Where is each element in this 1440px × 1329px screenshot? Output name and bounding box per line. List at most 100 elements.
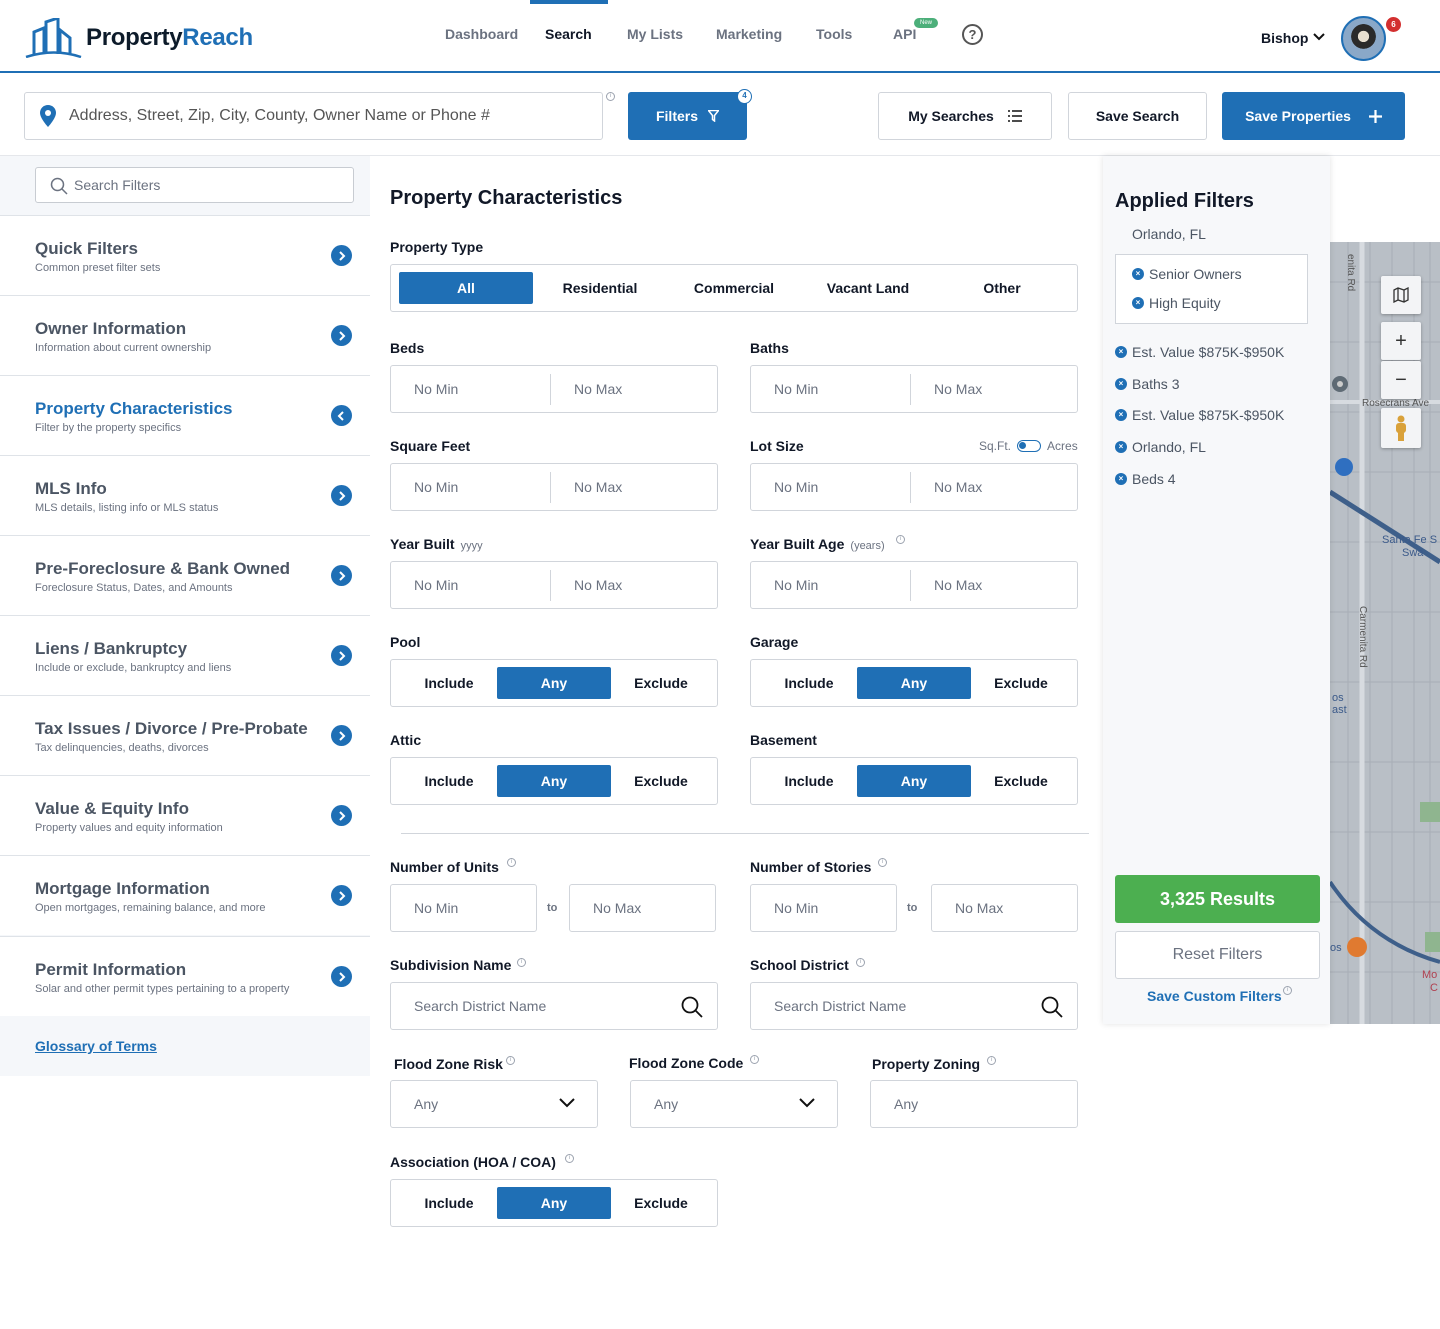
remove-icon[interactable]: × — [1115, 473, 1127, 485]
sidebar-item-pre-foreclosure-bank-owned[interactable]: Pre-Foreclosure & Bank Owned Foreclosure … — [0, 535, 370, 615]
chevron-right-icon[interactable] — [331, 805, 352, 826]
applied-chip[interactable]: × Orlando, FL — [1115, 439, 1206, 455]
nav-search[interactable]: Search — [545, 26, 592, 42]
save-custom-filters-link[interactable]: Save Custom Filters — [1147, 988, 1282, 1004]
search-icon[interactable] — [681, 996, 703, 1018]
garage-exclude[interactable]: Exclude — [971, 667, 1071, 699]
filters-button[interactable]: Filters — [628, 92, 747, 140]
remove-icon[interactable]: × — [1115, 441, 1127, 453]
flood-zone-risk-select[interactable]: Any — [390, 1080, 598, 1128]
stories-min-input[interactable]: No Min — [750, 884, 897, 932]
sidebar-item-mls-info[interactable]: MLS Info MLS details, listing info or MLS… — [0, 455, 370, 535]
remove-icon[interactable]: × — [1132, 268, 1144, 280]
info-icon[interactable]: i — [506, 1056, 515, 1065]
my-searches-button[interactable]: My Searches — [878, 92, 1052, 140]
street-view-pegman-icon[interactable] — [1381, 408, 1421, 448]
attic-any[interactable]: Any — [497, 765, 611, 797]
property-type-other[interactable]: Other — [935, 272, 1069, 304]
sidebar-item-permit-information[interactable]: Permit Information Solar and other permit… — [0, 936, 370, 1016]
reset-filters-button[interactable]: Reset Filters — [1115, 931, 1320, 979]
beds-max-input[interactable]: No Max — [574, 381, 622, 397]
zoom-out-button[interactable]: − — [1381, 361, 1421, 399]
sidebar-item-property-characteristics[interactable]: Property Characteristics Filter by the pr… — [0, 375, 370, 455]
glossary-link[interactable]: Glossary of Terms — [35, 1038, 157, 1054]
applied-chip[interactable]: × Senior Owners — [1132, 266, 1242, 282]
nav-tools[interactable]: Tools — [816, 26, 852, 42]
applied-chip[interactable]: × Est. Value $875K-$950K — [1115, 407, 1284, 423]
search-icon[interactable] — [1041, 996, 1063, 1018]
basement-any[interactable]: Any — [857, 765, 971, 797]
garage-any[interactable]: Any — [857, 667, 971, 699]
info-icon[interactable]: i — [987, 1056, 996, 1065]
applied-chip[interactable]: × Est. Value $875K-$950K — [1115, 344, 1284, 360]
help-icon[interactable]: ? — [962, 24, 983, 45]
remove-icon[interactable]: × — [1115, 409, 1127, 421]
info-icon[interactable]: i — [878, 858, 887, 867]
applied-chip[interactable]: × Baths 3 — [1115, 376, 1179, 392]
lot-max-input[interactable]: No Max — [934, 479, 982, 495]
chevron-right-icon[interactable] — [331, 966, 352, 987]
info-icon[interactable]: i — [606, 92, 615, 101]
subdivision-search-input[interactable]: Search District Name — [390, 982, 718, 1030]
year-age-max-input[interactable]: No Max — [934, 577, 982, 593]
property-type-all[interactable]: All — [399, 272, 533, 304]
stories-max-input[interactable]: No Max — [931, 884, 1078, 932]
chevron-right-icon[interactable] — [331, 885, 352, 906]
info-icon[interactable]: i — [896, 535, 905, 544]
attic-exclude[interactable]: Exclude — [611, 765, 711, 797]
save-properties-button[interactable]: Save Properties — [1222, 92, 1405, 140]
year-built-max-input[interactable]: No Max — [574, 577, 622, 593]
chevron-down-icon[interactable] — [1313, 33, 1325, 41]
nav-my-lists[interactable]: My Lists — [627, 26, 683, 42]
info-icon[interactable]: i — [1283, 986, 1292, 995]
flood-zone-code-select[interactable]: Any — [630, 1080, 838, 1128]
map-layers-icon[interactable] — [1381, 276, 1421, 314]
year-age-min-input[interactable]: No Min — [774, 577, 818, 593]
remove-icon[interactable]: × — [1132, 297, 1144, 309]
nav-marketing[interactable]: Marketing — [716, 26, 782, 42]
remove-icon[interactable]: × — [1115, 346, 1127, 358]
sidebar-item-liens-bankruptcy[interactable]: Liens / Bankruptcy Include or exclude, ba… — [0, 615, 370, 695]
chevron-right-icon[interactable] — [331, 325, 352, 346]
sqft-min-input[interactable]: No Min — [414, 479, 458, 495]
property-zoning-input[interactable]: Any — [870, 1080, 1078, 1128]
sqft-max-input[interactable]: No Max — [574, 479, 622, 495]
applied-chip[interactable]: × High Equity — [1132, 295, 1221, 311]
chevron-left-icon[interactable] — [331, 405, 352, 426]
property-type-commercial[interactable]: Commercial — [667, 272, 801, 304]
sidebar-item-value-equity-info[interactable]: Value & Equity Info Property values and e… — [0, 775, 370, 855]
lot-unit-toggle[interactable]: Sq.Ft. Acres — [979, 439, 1078, 453]
property-type-vacant-land[interactable]: Vacant Land — [801, 272, 935, 304]
year-built-min-input[interactable]: No Min — [414, 577, 458, 593]
baths-max-input[interactable]: No Max — [934, 381, 982, 397]
pool-any[interactable]: Any — [497, 667, 611, 699]
address-search[interactable] — [24, 92, 603, 140]
map-view[interactable]: enita Rd Rosecrans Ave Santa Fe S Swa Ca… — [1330, 242, 1440, 1024]
hoa-include[interactable]: Include — [399, 1187, 499, 1219]
chevron-right-icon[interactable] — [331, 725, 352, 746]
chevron-right-icon[interactable] — [331, 485, 352, 506]
attic-include[interactable]: Include — [399, 765, 499, 797]
search-filters-input[interactable]: Search Filters — [35, 167, 354, 203]
info-icon[interactable]: i — [507, 858, 516, 867]
units-min-input[interactable]: No Min — [390, 884, 537, 932]
results-button[interactable]: 3,325 Results — [1115, 875, 1320, 923]
toggle-switch[interactable] — [1017, 440, 1042, 452]
pool-include[interactable]: Include — [399, 667, 499, 699]
hoa-exclude[interactable]: Exclude — [611, 1187, 711, 1219]
baths-min-input[interactable]: No Min — [774, 381, 818, 397]
nav-api[interactable]: API — [893, 26, 916, 42]
lot-min-input[interactable]: No Min — [774, 479, 818, 495]
applied-chip[interactable]: × Beds 4 — [1115, 471, 1176, 487]
info-icon[interactable]: i — [565, 1154, 574, 1163]
info-icon[interactable]: i — [517, 958, 526, 967]
basement-include[interactable]: Include — [759, 765, 859, 797]
chevron-right-icon[interactable] — [331, 565, 352, 586]
garage-include[interactable]: Include — [759, 667, 859, 699]
basement-exclude[interactable]: Exclude — [971, 765, 1071, 797]
sidebar-item-tax-issues-divorce-pre-probate[interactable]: Tax Issues / Divorce / Pre-Probate Tax de… — [0, 695, 370, 775]
notification-badge[interactable]: 6 — [1386, 17, 1401, 32]
units-max-input[interactable]: No Max — [569, 884, 716, 932]
info-icon[interactable]: i — [856, 958, 865, 967]
chevron-right-icon[interactable] — [331, 645, 352, 666]
